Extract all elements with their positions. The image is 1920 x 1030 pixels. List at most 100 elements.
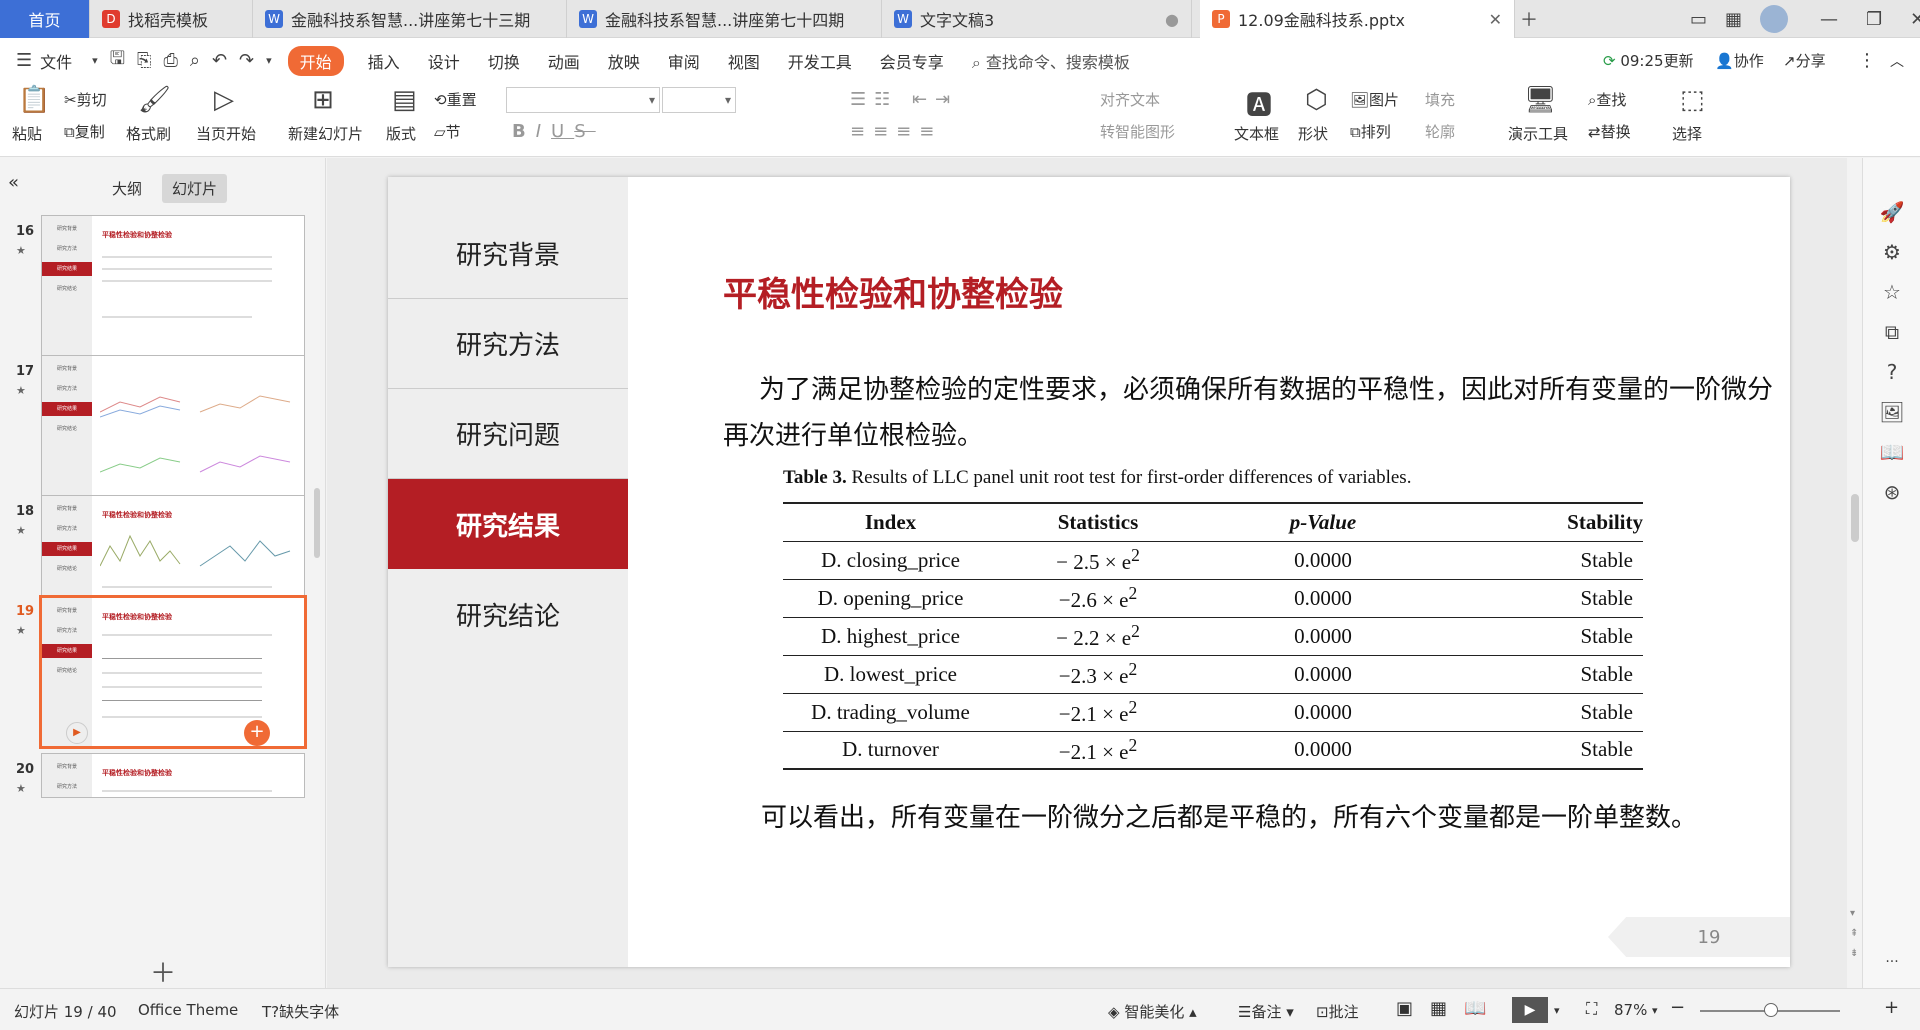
play-slideshow-icon[interactable]: ▶ bbox=[1512, 997, 1548, 1023]
align-group[interactable]: ≡≡≡≡ bbox=[850, 121, 942, 142]
copy-button[interactable]: ⧉复制 bbox=[64, 121, 105, 142]
menu-insert[interactable]: 插入 bbox=[368, 49, 400, 73]
strikethrough-icon[interactable]: S bbox=[574, 121, 595, 142]
tab-home[interactable]: 首页 bbox=[0, 0, 90, 38]
slide-thumbnail-17[interactable]: 研究背景 研究方法 研究结果 研究结论 bbox=[41, 355, 305, 505]
preview-icon[interactable]: ⌕ bbox=[190, 50, 200, 71]
italic-icon[interactable]: I bbox=[536, 121, 551, 142]
command-search[interactable]: ⌕ 查找命令、搜索模板 bbox=[972, 49, 1130, 73]
compass-icon[interactable]: ⊛ bbox=[1863, 480, 1920, 504]
outline-button[interactable]: 轮廓 bbox=[1425, 121, 1455, 142]
avatar[interactable] bbox=[1760, 5, 1789, 33]
arrange-button[interactable]: ⧉排列 bbox=[1350, 121, 1391, 142]
slide-thumbnail-16[interactable]: 研究背景 研究方法 研究结果 研究结论 平稳性检验和协整检验 bbox=[41, 215, 305, 365]
tab-doc-73[interactable]: W 金融科技系智慧...讲座第七十三期 bbox=[253, 0, 567, 38]
comments-button[interactable]: ⊡批注 bbox=[1316, 1001, 1359, 1022]
table-caption[interactable]: Table 3. Results of LLC panel unit root … bbox=[783, 467, 1411, 489]
window-layout-icon[interactable]: ▭ bbox=[1690, 9, 1707, 30]
minimize-icon[interactable]: — bbox=[1820, 9, 1838, 30]
chevron-up-icon[interactable]: ︿ bbox=[1890, 51, 1904, 71]
chevron-down-icon[interactable]: ▾ bbox=[1652, 1004, 1658, 1017]
new-slide-plus-icon[interactable]: ＋ bbox=[150, 953, 176, 990]
list-group[interactable]: ☰☷ ⇤⇥ bbox=[850, 89, 958, 110]
more-icon[interactable]: ··· bbox=[1863, 954, 1920, 970]
help-icon[interactable]: ? bbox=[1863, 360, 1920, 384]
picture-button[interactable]: 🖼图片 bbox=[1350, 89, 1399, 110]
shape-button[interactable]: 形状 bbox=[1298, 123, 1328, 144]
zoom-in-icon[interactable]: + bbox=[1884, 997, 1899, 1018]
more-icon[interactable]: ⋮ bbox=[1858, 50, 1876, 71]
print-icon[interactable]: ⎙ bbox=[163, 50, 177, 71]
restore-icon[interactable]: ❐ bbox=[1866, 9, 1882, 30]
nav-method[interactable]: 研究方法 bbox=[388, 299, 628, 389]
hamburger-icon[interactable]: ☰ bbox=[16, 50, 32, 71]
menu-animation[interactable]: 动画 bbox=[548, 49, 580, 73]
menu-devtools[interactable]: 开发工具 bbox=[788, 49, 852, 73]
zoom-out-icon[interactable]: − bbox=[1670, 997, 1685, 1018]
present-tools-button[interactable]: 演示工具 bbox=[1508, 123, 1568, 144]
slide-conclusion[interactable]: 可以看出，所有变量在一阶微分之后都是平稳的，所有六个变量都是一阶单整数。 bbox=[761, 797, 1697, 834]
from-current-button[interactable]: 当页开始 bbox=[196, 123, 256, 144]
bold-icon[interactable]: B bbox=[512, 121, 536, 142]
notes-button[interactable]: ☰备注 ▾ bbox=[1238, 1001, 1294, 1022]
close-tab-icon[interactable]: ✕ bbox=[1489, 10, 1502, 29]
zoom-slider-thumb[interactable] bbox=[1764, 1003, 1778, 1017]
export-icon[interactable]: ⎘ bbox=[137, 50, 151, 71]
beautify-button[interactable]: ◈ 智能美化 ▴ bbox=[1108, 1001, 1197, 1022]
font-name-combo[interactable]: ▾ bbox=[506, 87, 660, 113]
book-icon[interactable]: 📖 bbox=[1863, 440, 1920, 464]
cut-button[interactable]: ✂剪切 bbox=[64, 89, 107, 110]
copy-icon[interactable]: ⧉ bbox=[1863, 320, 1920, 344]
canvas-scrollbar[interactable]: ▾ ⇞ ⇟ bbox=[1848, 158, 1862, 988]
menu-file[interactable]: 文件 bbox=[40, 49, 72, 73]
paste-icon[interactable]: 📋 bbox=[18, 85, 50, 115]
undo-icon[interactable]: ↶ bbox=[212, 50, 227, 71]
format-painter-button[interactable]: 格式刷 bbox=[126, 123, 171, 144]
nav-question[interactable]: 研究问题 bbox=[388, 389, 628, 479]
results-table[interactable]: Index Statistics p-Value Stability D. cl… bbox=[783, 502, 1643, 770]
nav-conclusion[interactable]: 研究结论 bbox=[388, 569, 628, 659]
tab-slides[interactable]: 幻灯片 bbox=[162, 174, 228, 203]
sliders-icon[interactable]: ⚙ bbox=[1863, 240, 1920, 264]
new-tab-icon[interactable]: ＋ bbox=[1520, 0, 1538, 38]
cloud-sync-status[interactable]: ⟳ 09:25更新 bbox=[1603, 50, 1694, 71]
scroll-thumb[interactable] bbox=[1851, 494, 1859, 542]
align-text-button[interactable]: 对齐文本 bbox=[1100, 89, 1160, 110]
slide-title[interactable]: 平稳性检验和协整检验 bbox=[723, 267, 1063, 316]
paste-button[interactable]: 粘贴 bbox=[12, 123, 42, 144]
reset-button[interactable]: ⟲重置 bbox=[434, 89, 477, 110]
convert-smartart-button[interactable]: 转智能图形 bbox=[1100, 121, 1175, 142]
close-window-icon[interactable]: ✕ bbox=[1910, 9, 1920, 30]
menu-member[interactable]: 会员专享 bbox=[880, 49, 944, 73]
nav-results[interactable]: 研究结果 bbox=[388, 479, 628, 569]
scroll-down-icon[interactable]: ▾ bbox=[1850, 908, 1855, 919]
fit-window-icon[interactable]: ⛶ bbox=[1586, 999, 1597, 1019]
select-button[interactable]: 选择 bbox=[1672, 123, 1702, 144]
menu-view[interactable]: 视图 bbox=[728, 49, 760, 73]
fill-button[interactable]: 填充 bbox=[1425, 89, 1455, 110]
slide[interactable]: 研究背景 研究方法 研究问题 研究结果 研究结论 平稳性检验和协整检验 为了满足… bbox=[388, 177, 1790, 967]
star-outline-icon[interactable]: ☆ bbox=[1863, 280, 1920, 304]
replace-button[interactable]: ⇄替换 bbox=[1588, 121, 1631, 142]
panel-scrollbar[interactable] bbox=[314, 488, 320, 558]
tab-outline[interactable]: 大纲 bbox=[102, 174, 152, 203]
chevron-down-icon[interactable]: ▾ bbox=[266, 54, 272, 67]
add-slide-icon[interactable]: + bbox=[244, 720, 270, 746]
redo-icon[interactable]: ↷ bbox=[239, 50, 254, 71]
menu-start[interactable]: 开始 bbox=[287, 45, 344, 76]
next-page-icon[interactable]: ⇟ bbox=[1850, 948, 1858, 959]
menu-design[interactable]: 设计 bbox=[428, 49, 460, 73]
chevron-down-icon[interactable]: ▾ bbox=[1554, 1004, 1560, 1017]
collapse-panel-icon[interactable]: « bbox=[8, 172, 19, 193]
nav-background[interactable]: 研究背景 bbox=[388, 209, 628, 299]
grid-icon[interactable]: ▦ bbox=[1725, 9, 1742, 30]
share-button[interactable]: ↗分享 bbox=[1783, 50, 1826, 71]
save-icon[interactable]: 🖫 bbox=[110, 46, 125, 76]
tab-doc-3[interactable]: W 文字文稿3 ● bbox=[882, 0, 1192, 38]
prev-page-icon[interactable]: ⇞ bbox=[1850, 928, 1858, 939]
textbox-button[interactable]: 文本框 bbox=[1234, 123, 1279, 144]
menu-transition[interactable]: 切换 bbox=[488, 49, 520, 73]
slide-thumbnail-19[interactable]: 研究背景 研究方法 研究结果 研究结论 平稳性检验和协整检验 ▶ + bbox=[39, 595, 307, 749]
find-button[interactable]: ⌕查找 bbox=[1588, 89, 1626, 110]
zoom-level[interactable]: 87% bbox=[1614, 1001, 1647, 1019]
